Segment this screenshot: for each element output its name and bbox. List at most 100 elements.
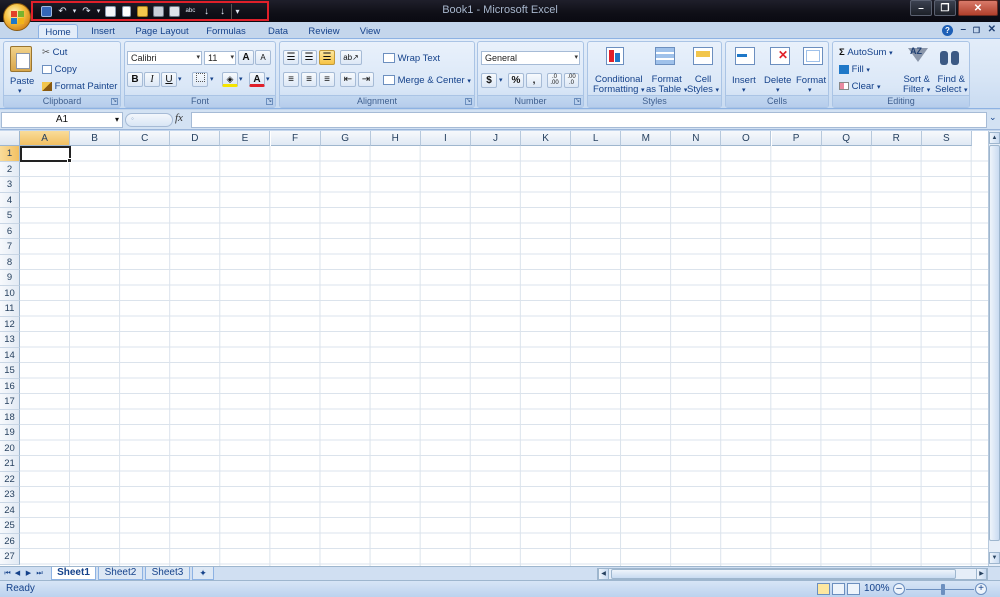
close-button[interactable]: ✕ [958,0,998,16]
column-header[interactable]: M [621,131,672,146]
delete-dropdown-icon[interactable]: ▾ [776,86,780,94]
format-cells-button[interactable]: Format [796,75,826,86]
format-painter-button[interactable]: Format Painter [42,81,117,92]
column-header[interactable]: E [220,131,271,146]
column-header[interactable]: D [170,131,221,146]
conditional-formatting-button[interactable]: Conditional Formatting ▾ [593,75,645,96]
currency-button[interactable]: $ [481,73,497,88]
bottom-align-button[interactable]: ☰ [319,50,335,65]
format-dropdown-icon[interactable]: ▾ [808,86,812,94]
horizontal-scrollbar[interactable]: ◀ ▶ [597,568,988,580]
column-header[interactable]: I [420,131,471,146]
column-header[interactable]: F [270,131,321,146]
page-layout-view-icon[interactable] [832,583,845,595]
vertical-scroll-thumb[interactable] [989,145,1000,541]
scroll-right-icon[interactable]: ▶ [976,568,987,580]
underline-dropdown-icon[interactable]: ▾ [178,75,182,83]
sheet-tab-sheet2[interactable]: Sheet2 [98,567,143,580]
currency-dropdown-icon[interactable]: ▾ [499,76,503,84]
cell-area[interactable] [20,146,988,566]
column-header[interactable]: A [20,131,71,146]
number-launcher-icon[interactable]: ↘ [574,98,581,105]
middle-align-button[interactable]: ☰ [301,50,317,65]
row-header[interactable]: 14 [0,347,20,363]
first-sheet-icon[interactable]: ⏮ [3,568,12,579]
clipboard-launcher-icon[interactable]: ↘ [111,98,118,105]
zoom-slider[interactable] [906,589,974,590]
sort-filter-button[interactable]: Sort & Filter ▾ [903,75,930,96]
fill-button[interactable]: Fill ▾ [839,64,870,75]
cell-styles-button[interactable]: Cell Styles ▾ [687,75,719,96]
column-header[interactable]: N [671,131,722,146]
row-header[interactable]: 11 [0,301,20,317]
selected-cell[interactable] [20,146,71,162]
row-header[interactable]: 16 [0,378,20,394]
column-header[interactable]: P [771,131,822,146]
font-size-select[interactable]: 11 ▾ [204,51,236,65]
number-format-select[interactable]: General ▾ [481,51,580,65]
insert-cells-button[interactable]: Insert [732,75,756,86]
row-header[interactable]: 1 [0,146,20,162]
paste-button[interactable]: Paste [10,76,34,87]
row-header[interactable]: 10 [0,285,20,301]
align-left-button[interactable]: ≡ [283,72,299,87]
sheet-tab-sheet3[interactable]: Sheet3 [145,567,190,580]
zoom-in-icon[interactable]: + [975,583,987,595]
row-header[interactable]: 17 [0,394,20,410]
insert-function-button[interactable]: fx [175,112,183,124]
column-header[interactable]: H [370,131,421,146]
align-right-button[interactable]: ≡ [319,72,335,87]
delete-cells-button[interactable]: Delete [764,75,791,86]
fill-color-dropdown-icon[interactable]: ▾ [239,75,243,83]
vertical-scrollbar[interactable]: ▲ ▼ [988,131,1000,566]
merge-center-button[interactable]: Merge & Center ▾ [383,75,471,86]
next-sheet-icon[interactable]: ▶ [24,568,33,579]
cut-button[interactable]: ✂ Cut [42,47,67,58]
horizontal-scroll-thumb[interactable] [611,569,956,579]
row-header[interactable]: 9 [0,270,20,286]
insert-dropdown-icon[interactable]: ▾ [742,86,746,94]
row-header[interactable]: 13 [0,332,20,348]
column-header[interactable]: L [571,131,622,146]
paste-dropdown-icon[interactable]: ▾ [18,87,22,95]
workbook-minimize-icon[interactable]: – [960,24,966,35]
row-header[interactable]: 25 [0,518,20,534]
font-color-button[interactable]: A [249,72,265,87]
row-header[interactable]: 18 [0,409,20,425]
decrease-indent-button[interactable]: ⇤ [340,72,356,87]
zoom-slider-thumb[interactable] [941,584,945,595]
row-header[interactable]: 3 [0,177,20,193]
column-header[interactable]: S [921,131,972,146]
center-button[interactable]: ≡ [301,72,317,87]
column-header[interactable]: Q [821,131,872,146]
font-launcher-icon[interactable]: ↘ [266,98,273,105]
row-header[interactable]: 22 [0,471,20,487]
comma-button[interactable]: , [526,73,542,88]
row-header[interactable]: 26 [0,533,20,549]
row-header[interactable]: 2 [0,161,20,177]
column-header[interactable]: O [721,131,772,146]
format-as-table-button[interactable]: Format as Table ▾ [646,75,687,96]
fill-handle[interactable] [67,158,72,163]
paste-icon[interactable] [10,46,32,72]
row-header[interactable]: 5 [0,208,20,224]
column-header[interactable]: J [470,131,521,146]
row-header[interactable]: 23 [0,487,20,503]
row-header[interactable]: 19 [0,425,20,441]
column-header[interactable]: B [70,131,121,146]
decrease-decimal-button[interactable]: .00 .0 [564,73,579,88]
prev-sheet-icon[interactable]: ◀ [13,568,22,579]
page-break-view-icon[interactable] [847,583,860,595]
name-box[interactable]: A1 ▾ [1,112,123,128]
row-header[interactable]: 6 [0,223,20,239]
row-header[interactable]: 15 [0,363,20,379]
top-align-button[interactable]: ☰ [283,50,299,65]
italic-button[interactable]: I [144,72,160,87]
cancel-icon[interactable]: ◦ [131,114,134,123]
orientation-button[interactable]: ab↗ [340,50,362,65]
underline-button[interactable]: U [161,72,177,87]
zoom-out-icon[interactable]: – [893,583,905,595]
grow-font-button[interactable]: A [238,50,254,65]
column-header[interactable]: R [871,131,922,146]
sheet-tab-sheet1[interactable]: Sheet1 [51,567,96,580]
